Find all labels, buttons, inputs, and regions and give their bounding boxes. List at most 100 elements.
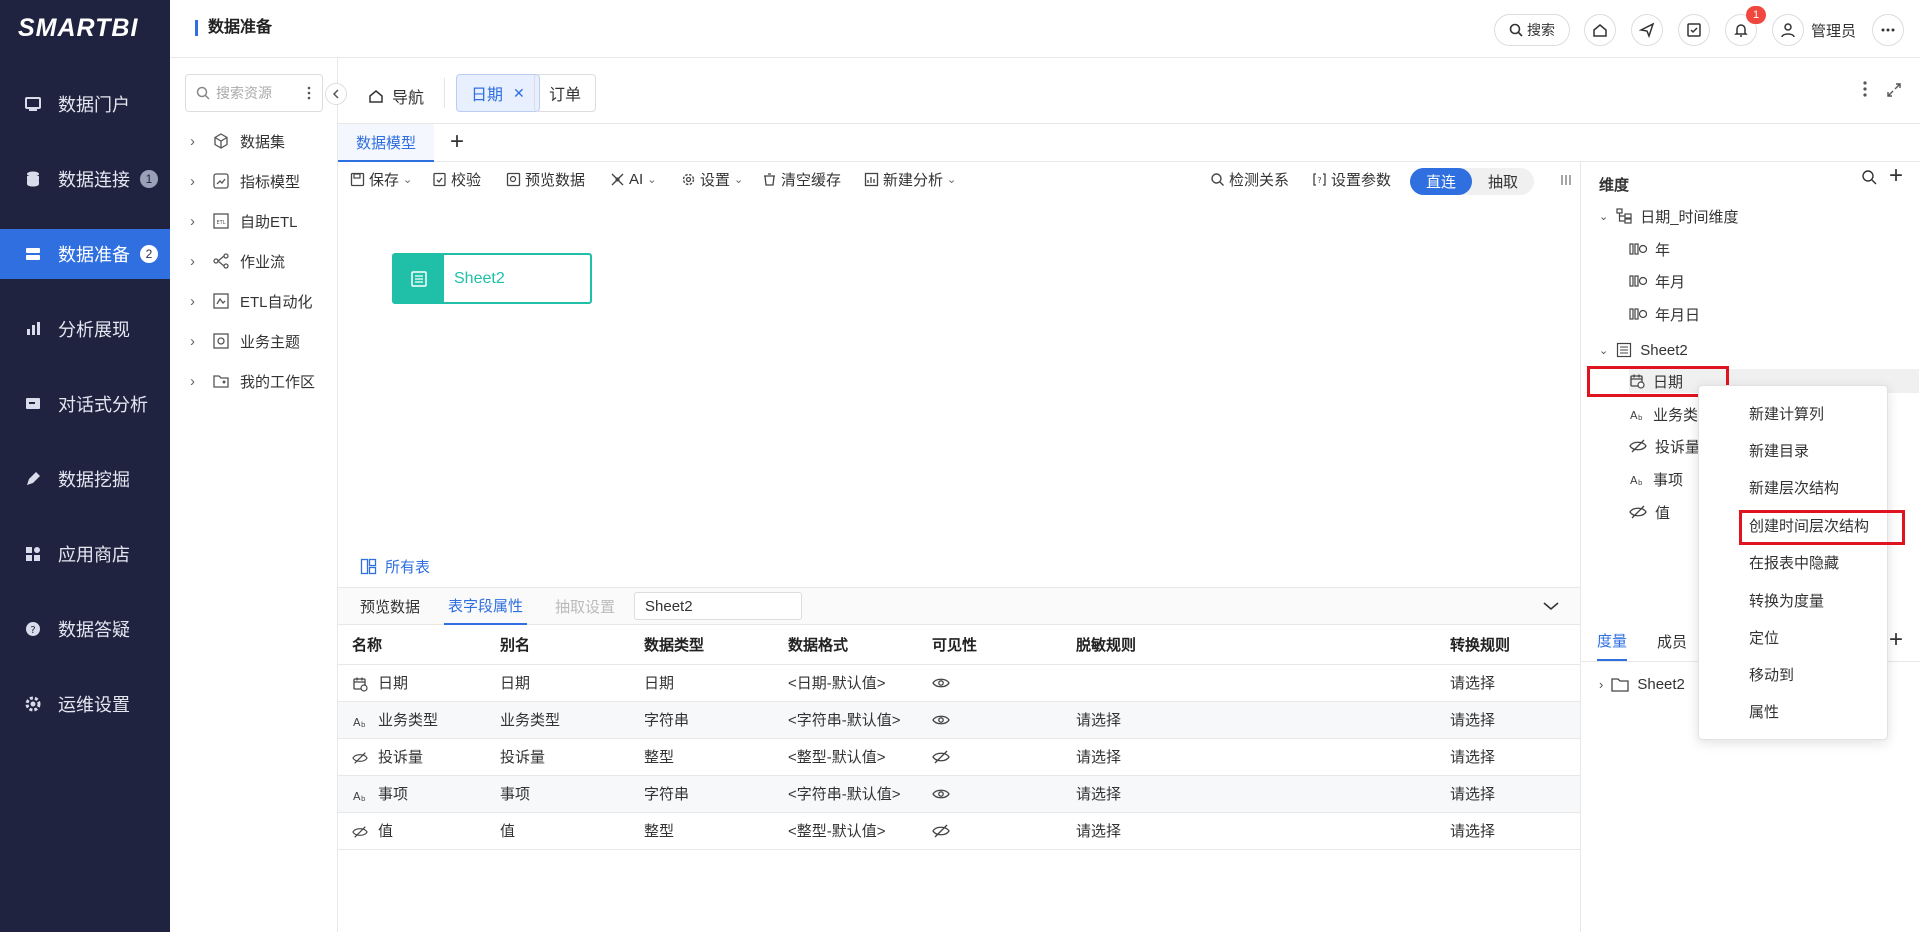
send-button[interactable]	[1631, 14, 1663, 46]
nav-item-data-portal[interactable]: 数据门户	[0, 79, 170, 129]
field-type[interactable]: 字符串	[630, 701, 774, 739]
table-row[interactable]: 日期 日期 日期 <日期-默认值> 请选择	[338, 664, 1580, 702]
menu-item-locate[interactable]: 定位	[1699, 622, 1889, 652]
global-search-button[interactable]: 搜索	[1494, 14, 1570, 46]
field-convert-rule[interactable]: 请选择	[1436, 812, 1580, 850]
field-alias[interactable]: 值	[486, 812, 630, 850]
kebab-icon[interactable]	[1862, 80, 1868, 98]
validate-button[interactable]: 校验	[432, 169, 481, 189]
nav-item-data-connection[interactable]: 数据连接 1	[0, 154, 170, 204]
eye-off-icon[interactable]	[932, 824, 950, 838]
tree-node-year[interactable]: 年	[1629, 237, 1670, 261]
extract-mode-option[interactable]: 抽取	[1472, 168, 1534, 195]
resource-item-workflow[interactable]: › 作业流	[190, 249, 285, 273]
eye-icon[interactable]	[932, 677, 950, 689]
close-icon[interactable]: ✕	[513, 85, 525, 102]
collapse-panel-button[interactable]	[325, 83, 347, 105]
clear-cache-button[interactable]: 清空缓存	[762, 169, 841, 189]
field-type[interactable]: 日期	[630, 664, 774, 702]
resource-search-input[interactable]: 搜索资源	[185, 74, 323, 112]
resource-item-business-topic[interactable]: › 业务主题	[190, 329, 300, 353]
nav-item-data-prep[interactable]: 数据准备 2	[0, 229, 170, 279]
home-button[interactable]	[1584, 14, 1616, 46]
tree-node-year-month-day[interactable]: 年月日	[1629, 302, 1700, 326]
new-analysis-button[interactable]: 新建分析 ⌄	[864, 169, 956, 189]
ai-button[interactable]: AI ⌄	[610, 169, 656, 189]
preview-data-button[interactable]: 预览数据	[506, 169, 585, 189]
eye-icon[interactable]	[932, 788, 950, 800]
table-row[interactable]: 值 值 整型 <整型-默认值> 请选择 请选择	[338, 812, 1580, 850]
tree-node-field-value[interactable]: 值	[1629, 500, 1670, 524]
menu-item-new-folder[interactable]: 新建目录	[1699, 435, 1889, 465]
search-icon[interactable]	[1861, 169, 1877, 185]
fullscreen-icon[interactable]	[1886, 82, 1902, 98]
tree-node-field-item[interactable]: Ab 事项	[1629, 467, 1683, 491]
field-mask-rule[interactable]: 请选择	[1062, 701, 1436, 739]
nav-item-ops-settings[interactable]: 运维设置	[0, 679, 170, 729]
tree-node-measure-sheet2[interactable]: › Sheet2	[1599, 672, 1685, 696]
field-convert-rule[interactable]: 请选择	[1436, 664, 1580, 702]
eye-off-icon[interactable]	[932, 750, 950, 764]
field-mask-rule[interactable]: 请选择	[1062, 775, 1436, 813]
field-alias[interactable]: 事项	[486, 775, 630, 813]
nav-item-qa[interactable]: ? 数据答疑	[0, 604, 170, 654]
tree-node-year-month[interactable]: 年月	[1629, 269, 1685, 293]
tab-data-model[interactable]: 数据模型	[338, 124, 435, 162]
field-type[interactable]: 整型	[630, 738, 774, 776]
tree-node-field-complaints[interactable]: 投诉量	[1629, 434, 1700, 458]
add-tab-button[interactable]: +	[450, 130, 464, 154]
tree-node-field-business-type[interactable]: Ab 业务类	[1629, 402, 1698, 426]
field-alias[interactable]: 日期	[486, 664, 630, 702]
tab-field-properties[interactable]: 表字段属性	[444, 588, 528, 625]
tasks-button[interactable]	[1678, 14, 1710, 46]
tree-node-time-dimension[interactable]: ⌄ 日期_时间维度	[1599, 204, 1739, 228]
menu-item-properties[interactable]: 属性	[1699, 696, 1889, 726]
save-button[interactable]: 保存 ⌄	[350, 169, 412, 189]
table-row[interactable]: 投诉量 投诉量 整型 <整型-默认值> 请选择 请选择	[338, 738, 1580, 776]
user-avatar[interactable]	[1772, 14, 1804, 46]
menu-item-convert-to-measure[interactable]: 转换为度量	[1699, 585, 1889, 615]
field-alias[interactable]: 投诉量	[486, 738, 630, 776]
table-node-sheet2[interactable]: Sheet2	[392, 253, 592, 304]
nav-item-app-store[interactable]: 应用商店	[0, 529, 170, 579]
tab-date[interactable]: 日期 ✕	[456, 74, 540, 112]
field-convert-rule[interactable]: 请选择	[1436, 775, 1580, 813]
detect-relations-button[interactable]: 检测关系	[1210, 169, 1289, 189]
all-tables-button[interactable]: 所有表	[360, 556, 430, 577]
field-format[interactable]: <整型-默认值>	[774, 812, 918, 850]
table-row[interactable]: Ab 业务类型 业务类型 字符串 <字符串-默认值> 请选择 请选择	[338, 701, 1580, 739]
menu-item-new-calc-column[interactable]: 新建计算列	[1699, 398, 1889, 428]
nav-item-analysis[interactable]: 分析展现	[0, 304, 170, 354]
set-params-button[interactable]: ? 设置参数	[1312, 169, 1391, 189]
field-mask-rule[interactable]: 请选择	[1062, 738, 1436, 776]
nav-item-data-mining[interactable]: 数据挖掘	[0, 454, 170, 504]
menu-item-hide-in-report[interactable]: 在报表中隐藏	[1699, 547, 1889, 577]
sheet-select[interactable]: Sheet2	[634, 592, 802, 620]
resource-item-etl-automation[interactable]: › ETL自动化	[190, 289, 313, 313]
table-row[interactable]: Ab 事项 事项 字符串 <字符串-默认值> 请选择 请选择	[338, 775, 1580, 813]
field-format[interactable]: <字符串-默认值>	[774, 701, 918, 739]
tab-member[interactable]: 成员	[1657, 622, 1687, 661]
kebab-icon[interactable]	[304, 86, 314, 100]
resource-item-self-etl[interactable]: › ETL 自助ETL	[190, 209, 298, 233]
menu-item-new-hierarchy[interactable]: 新建层次结构	[1699, 472, 1889, 502]
nav-tab[interactable]: 导航	[368, 84, 424, 108]
mode-toggle[interactable]: 直连 抽取	[1410, 168, 1534, 195]
field-mask-rule[interactable]: 请选择	[1062, 812, 1436, 850]
settings-button[interactable]: 设置 ⌄	[681, 169, 743, 189]
user-name[interactable]: 管理员	[1811, 20, 1856, 41]
eye-icon[interactable]	[932, 714, 950, 726]
nav-item-conversational[interactable]: 对话式分析	[0, 379, 170, 429]
tab-measure[interactable]: 度量	[1597, 622, 1628, 661]
add-dimension-button[interactable]: +	[1889, 162, 1903, 190]
field-mask-rule[interactable]	[1062, 664, 1436, 702]
direct-mode-option[interactable]: 直连	[1410, 168, 1472, 195]
field-convert-rule[interactable]: 请选择	[1436, 701, 1580, 739]
resource-item-dataset[interactable]: › 数据集	[190, 129, 285, 153]
field-format[interactable]: <日期-默认值>	[774, 664, 918, 702]
field-type[interactable]: 整型	[630, 812, 774, 850]
more-button[interactable]	[1872, 14, 1904, 46]
resource-item-workspace[interactable]: › 我的工作区	[190, 369, 315, 393]
resource-item-metric-model[interactable]: › 指标模型	[190, 169, 300, 193]
tab-order[interactable]: 订单	[534, 74, 597, 112]
